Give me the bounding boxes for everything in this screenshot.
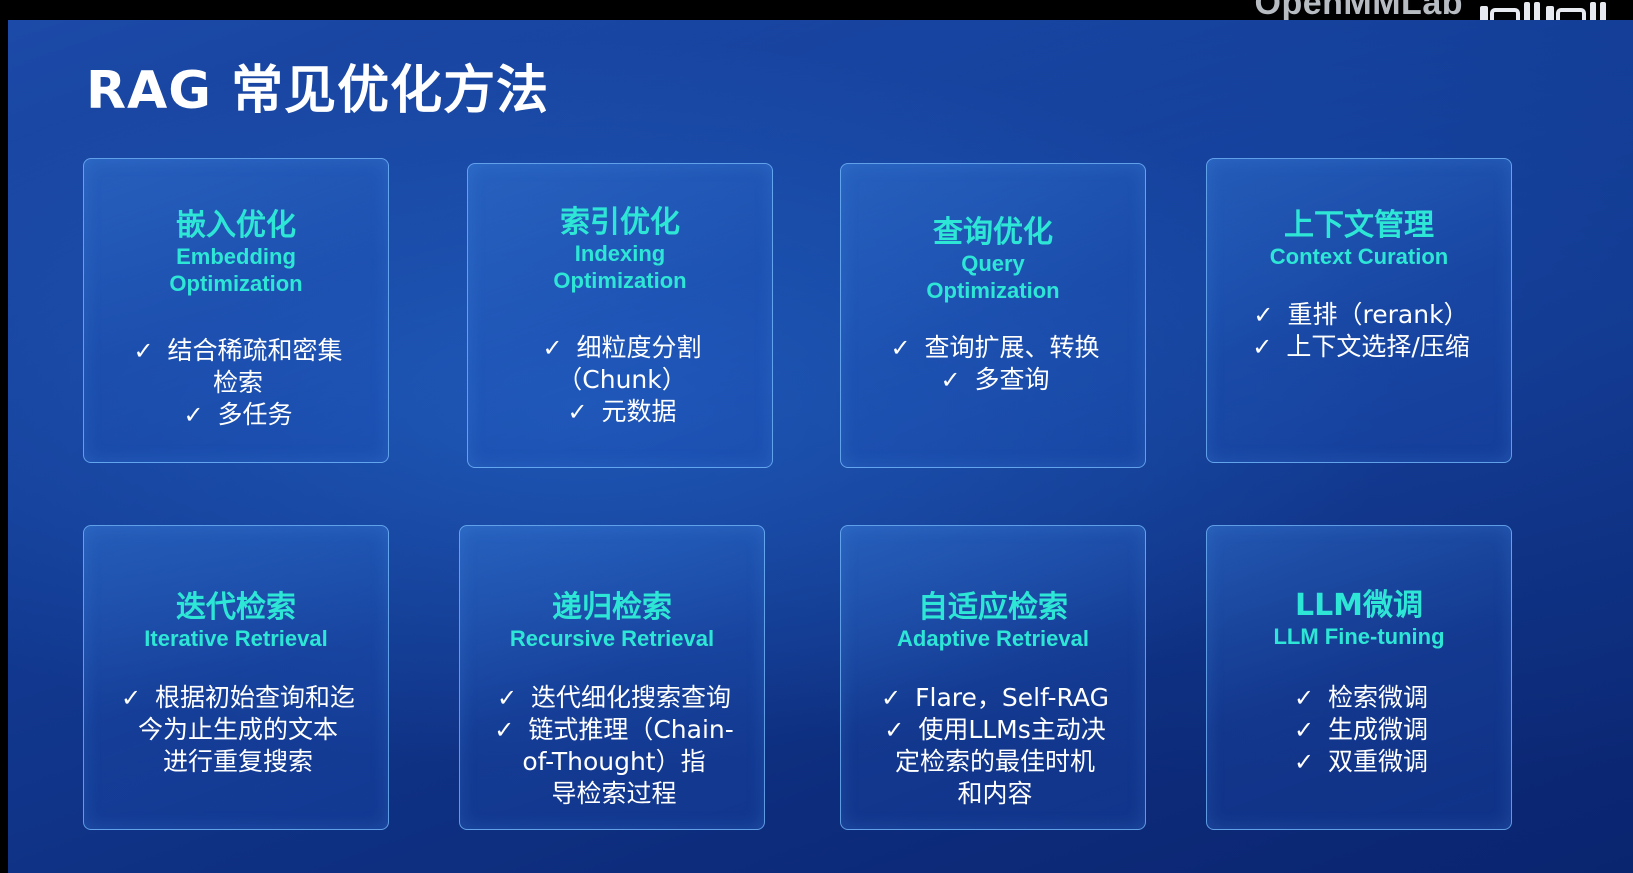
card-item: ✓ 细粒度分割 （Chunk）: [542, 333, 702, 394]
card-iterative-retrieval: 迭代检索 Iterative Retrieval ✓ 根据初始查询和迄 今为止生成…: [83, 525, 389, 830]
card-item: ✓ 重排（rerank）: [1253, 300, 1469, 329]
card-item: ✓ 结合稀疏和密集 检索: [133, 336, 343, 397]
card-llm-fine-tuning: LLM微调 LLM Fine-tuning ✓ 检索微调 ✓ 生成微调 ✓ 双重微调: [1206, 525, 1512, 830]
check-icon: ✓: [890, 334, 911, 362]
card-title-cn: 迭代检索: [176, 590, 296, 625]
card-title-en: Embedding Optimization: [169, 244, 303, 296]
card-title-cn: 上下文管理: [1284, 208, 1434, 243]
card-context-curation: 上下文管理 Context Curation ✓ 重排（rerank） ✓ 上下文选…: [1206, 158, 1512, 463]
check-icon: ✓: [1293, 716, 1315, 744]
card-recursive-retrieval: 递归检索 Recursive Retrieval ✓ 迭代细化搜索查询 ✓ 链式推理…: [459, 525, 765, 830]
card-embedding-optimization: 嵌入优化 Embedding Optimization ✓ 结合稀疏和密集 检索 …: [83, 158, 389, 463]
card-title-en: Adaptive Retrieval: [897, 626, 1089, 651]
card-item: ✓ 链式推理（Chain- of-Thought）指 导检索过程: [494, 715, 734, 808]
card-title-cn: 查询优化: [933, 215, 1053, 250]
card-item: ✓ Flare，Self-RAG: [881, 683, 1109, 712]
card-adaptive-retrieval: 自适应检索 Adaptive Retrieval ✓ Flare，Self-RAG…: [840, 525, 1146, 830]
card-item: ✓ 生成微调: [1293, 715, 1429, 744]
card-title-cn: 自适应检索: [918, 590, 1068, 625]
card-indexing-optimization: 索引优化 Indexing Optimization ✓ 细粒度分割 （Chunk…: [467, 163, 773, 468]
check-icon: ✓: [120, 684, 142, 712]
card-title-en: Context Curation: [1269, 244, 1449, 269]
card-title-cn: 索引优化: [560, 205, 680, 240]
check-icon: ✓: [494, 716, 515, 744]
check-icon: ✓: [1252, 333, 1273, 361]
card-item: ✓ 多查询: [940, 365, 1050, 394]
check-icon: ✓: [1293, 684, 1315, 712]
card-item: ✓ 迭代细化搜索查询: [496, 683, 732, 712]
card-title-cn: 嵌入优化: [176, 208, 296, 243]
card-item: ✓ 元数据: [567, 397, 677, 426]
card-title-cn: 递归检索: [552, 590, 672, 625]
check-icon: ✓: [567, 398, 588, 426]
card-title-en: Recursive Retrieval: [509, 626, 715, 651]
card-title-en: Iterative Retrieval: [144, 626, 328, 651]
card-item: ✓ 双重微调: [1293, 747, 1429, 776]
top-black-bar: OpenMMLab: [0, 0, 1633, 28]
check-icon: ✓: [496, 684, 518, 712]
check-icon: ✓: [542, 334, 563, 362]
card-item: ✓ 使用LLMs主动决 定检索的最佳时机 和内容: [884, 715, 1106, 808]
check-icon: ✓: [884, 716, 905, 744]
slide: RAG 常见优化方法 嵌入优化 Embedding Optimization ✓…: [8, 20, 1633, 873]
card-item: ✓ 检索微调: [1293, 683, 1429, 712]
card-item: ✓ 多任务: [183, 400, 293, 429]
check-icon: ✓: [881, 684, 902, 712]
check-icon: ✓: [133, 337, 154, 365]
card-query-optimization: 查询优化 Query Optimization ✓ 查询扩展、转换 ✓ 多查询: [840, 163, 1146, 468]
check-icon: ✓: [940, 366, 961, 394]
card-item: ✓ 查询扩展、转换: [890, 333, 1100, 362]
check-icon: ✓: [1293, 748, 1315, 776]
slide-title: RAG 常见优化方法: [86, 61, 550, 121]
check-icon: ✓: [1253, 301, 1274, 329]
card-item: ✓ 根据初始查询和迄 今为止生成的文本 进行重复搜索: [120, 683, 356, 776]
card-title-en: LLM Fine-tuning: [1273, 624, 1445, 649]
card-title-en: Query Optimization: [926, 251, 1060, 303]
card-title-cn: LLM微调: [1294, 588, 1424, 623]
card-item: ✓ 上下文选择/压缩: [1252, 332, 1470, 361]
card-title-en: Indexing Optimization: [553, 241, 687, 293]
check-icon: ✓: [183, 401, 204, 429]
